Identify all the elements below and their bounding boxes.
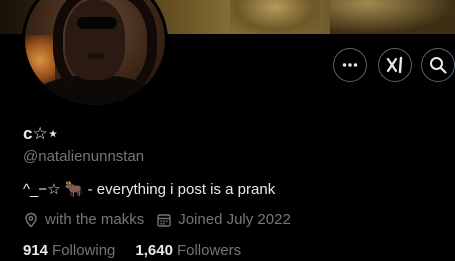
- profile-meta: with the makks Joined July 2022: [23, 211, 303, 228]
- more-button[interactable]: [333, 48, 367, 82]
- following-count: 914: [23, 242, 49, 259]
- handle: @natalienunnstan: [23, 148, 145, 165]
- search-icon: [430, 57, 447, 74]
- avatar[interactable]: [22, 0, 168, 108]
- following-label: Following: [52, 242, 116, 259]
- search-button[interactable]: [421, 48, 455, 82]
- join-date-text: Joined July 2022: [178, 211, 291, 228]
- followers-label: Followers: [176, 242, 242, 259]
- following-link[interactable]: 914 Following: [23, 242, 115, 259]
- banner-shape: [230, 0, 320, 34]
- grok-button[interactable]: [378, 48, 412, 82]
- banner-shape: [330, 0, 455, 34]
- followers-link[interactable]: 1,640 Followers: [135, 242, 241, 259]
- location-pin-icon: [25, 212, 37, 228]
- follow-stats: 914 Following 1,640 Followers: [23, 242, 261, 259]
- grok-icon: [386, 56, 403, 74]
- more-icon: [342, 63, 358, 67]
- location: with the makks: [23, 211, 144, 228]
- location-text: with the makks: [45, 211, 145, 228]
- display-name: c☆⋆: [23, 124, 59, 143]
- bio: ^_−☆ 🐂 - everything i post is a prank: [23, 181, 276, 198]
- calendar-icon: [157, 213, 171, 227]
- followers-count: 1,640: [135, 242, 173, 259]
- join-date: Joined July 2022: [156, 211, 291, 228]
